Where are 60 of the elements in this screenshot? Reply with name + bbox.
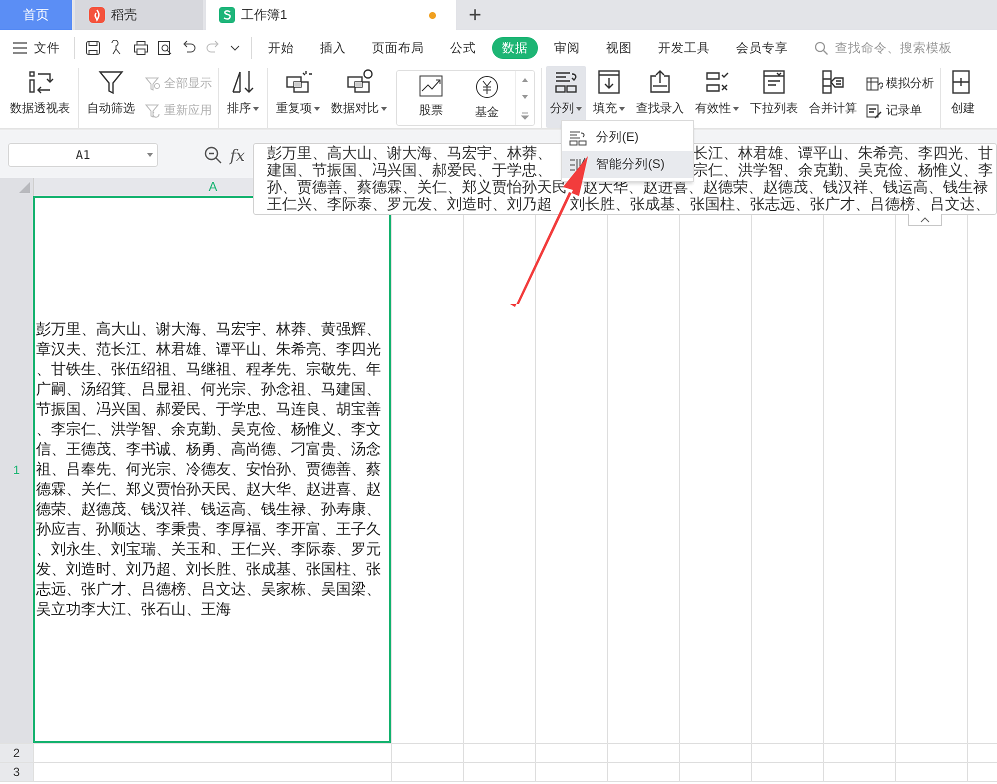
ribbon-button[interactable]: 分列 [546, 66, 586, 128]
flame-logo-icon [89, 7, 105, 23]
zoom-out-icon[interactable] [204, 146, 222, 164]
yen-coin-icon [475, 75, 499, 99]
ribbon-tab[interactable]: 插入 [310, 37, 356, 59]
ribbon-button[interactable]: 创建 [945, 66, 981, 128]
new-tab-button[interactable]: + [456, 0, 494, 30]
row-header[interactable]: 2 [0, 744, 33, 762]
ribbon-icon [144, 102, 161, 118]
collapse-button[interactable] [908, 214, 942, 226]
print-preview-icon[interactable] [157, 40, 173, 56]
formula-text: 长江、林君雄、谭平山、朱希亮、李四光、甘 [693, 145, 993, 162]
scroll-down-icon[interactable] [520, 92, 530, 101]
ribbon-tab[interactable]: 视图 [596, 37, 642, 59]
ribbon-button[interactable]: 重复项 [272, 66, 324, 128]
ribbon-tab[interactable]: 审阅 [544, 37, 590, 59]
ribbon-icon [866, 76, 883, 92]
ribbon-button[interactable]: 排序 [223, 66, 263, 128]
insert-function-button[interactable]: fx [230, 146, 245, 164]
ribbon-button[interactable]: 自动筛选 [83, 66, 139, 128]
ribbon-icon [866, 102, 883, 118]
gallery-item[interactable]: 股票 [403, 71, 459, 125]
row-header[interactable]: 3 [0, 763, 33, 781]
gallery-item[interactable]: 基金 [459, 71, 515, 125]
tab-label: 稻壳 [111, 6, 137, 24]
chevron-up-icon [920, 216, 930, 222]
split-columns-icon [568, 130, 588, 146]
ribbon-button[interactable]: 合并计算 [805, 66, 861, 128]
formula-text: 彭万里、高大山、谢大海、马宏宇、林莽、 [267, 145, 552, 162]
name-box[interactable]: A1 [8, 143, 158, 167]
ribbon-button[interactable]: 模拟分析 [866, 75, 934, 92]
menu-icon [12, 42, 28, 54]
save-icon[interactable] [85, 40, 101, 56]
tab-label: 首页 [23, 6, 49, 24]
ribbon-tab[interactable]: 公式 [440, 37, 486, 59]
ribbon-button[interactable]: 数据对比 [327, 66, 391, 128]
formula-text: 宗仁、洪学智、余克勤、吴克俭、杨惟义、李 [693, 162, 993, 179]
ribbon-tab[interactable]: 会员专享 [726, 37, 798, 59]
scroll-up-icon[interactable] [520, 76, 530, 84]
formula-text: 王仁兴、李际泰、罗元发、刘造时、刘乃超 [267, 196, 552, 213]
ribbon-icon [144, 76, 161, 92]
ribbon-button[interactable]: 记录单 [866, 102, 934, 119]
ribbon-button[interactable]: 下拉列表 [746, 66, 802, 128]
cell-text: 彭万里、高大山、谢大海、马宏宇、林莽、黄强辉、章汉夫、范长江、林君雄、谭平山、朱希亮、李四光、甘铁生、张伍绍祖、马继祖、程孝先、宗敬先、年广嗣、汤绍箕、吕显祖、何光宗、孙念祖、马建国、节振国、冯兴国、郝爱民、于学忠、马连良、胡宝善、李宗仁、洪学智、余克勤、吴克俭、杨惟义、李文信、王德茂、李书诚、杨勇、高尚德、刁富贵、汤念祖、吕奉先、何光宗、冷德友、安怡孙、贾德善、蔡德霖、关仁、郑义贾怡孙天民、赵大华、赵进喜、赵德荣、赵德茂、钱汉祥、钱运高、钱生禄、孙寿康、孙应吉、孙顺达、李秉贵、李厚福、李开富、王子久、刘永生、刘宝瑞、关玉和、王仁兴、李际泰、罗元发、刘造时、刘乃超、刘长胜、张成基、张国柱、张志远、张广才、吕德榜、吕文达、吴家栋、吴国梁、吴立功李大江、张石山、王海 [36, 320, 382, 620]
workbook-tab[interactable]: 工作簿1 [206, 0, 456, 30]
formula-text: 刘长胜、张成基、张国柱、张志远、张广才、吕德榜、吕文达、 [570, 196, 990, 213]
line-chart-icon [419, 75, 443, 97]
expand-gallery-icon[interactable] [520, 110, 530, 120]
menu-item[interactable]: 智能分列(S) [562, 151, 693, 178]
spreadsheet-logo-icon [219, 7, 235, 23]
ribbon-tab[interactable]: 开始 [258, 37, 304, 59]
formula-text: 建国、节振国、冯兴国、郝爱民、于学忠、 [267, 162, 552, 179]
tab-label: 工作簿1 [241, 6, 288, 24]
file-menu[interactable]: 文件 [12, 36, 68, 60]
print-icon[interactable] [133, 40, 149, 56]
search-icon [814, 40, 829, 56]
ribbon-button[interactable]: 数据透视表 [6, 66, 74, 128]
ribbon-tab[interactable]: 页面布局 [362, 37, 434, 59]
ribbon-tab[interactable]: 开发工具 [648, 37, 720, 59]
docer-tab[interactable]: 稻壳 [75, 0, 203, 30]
